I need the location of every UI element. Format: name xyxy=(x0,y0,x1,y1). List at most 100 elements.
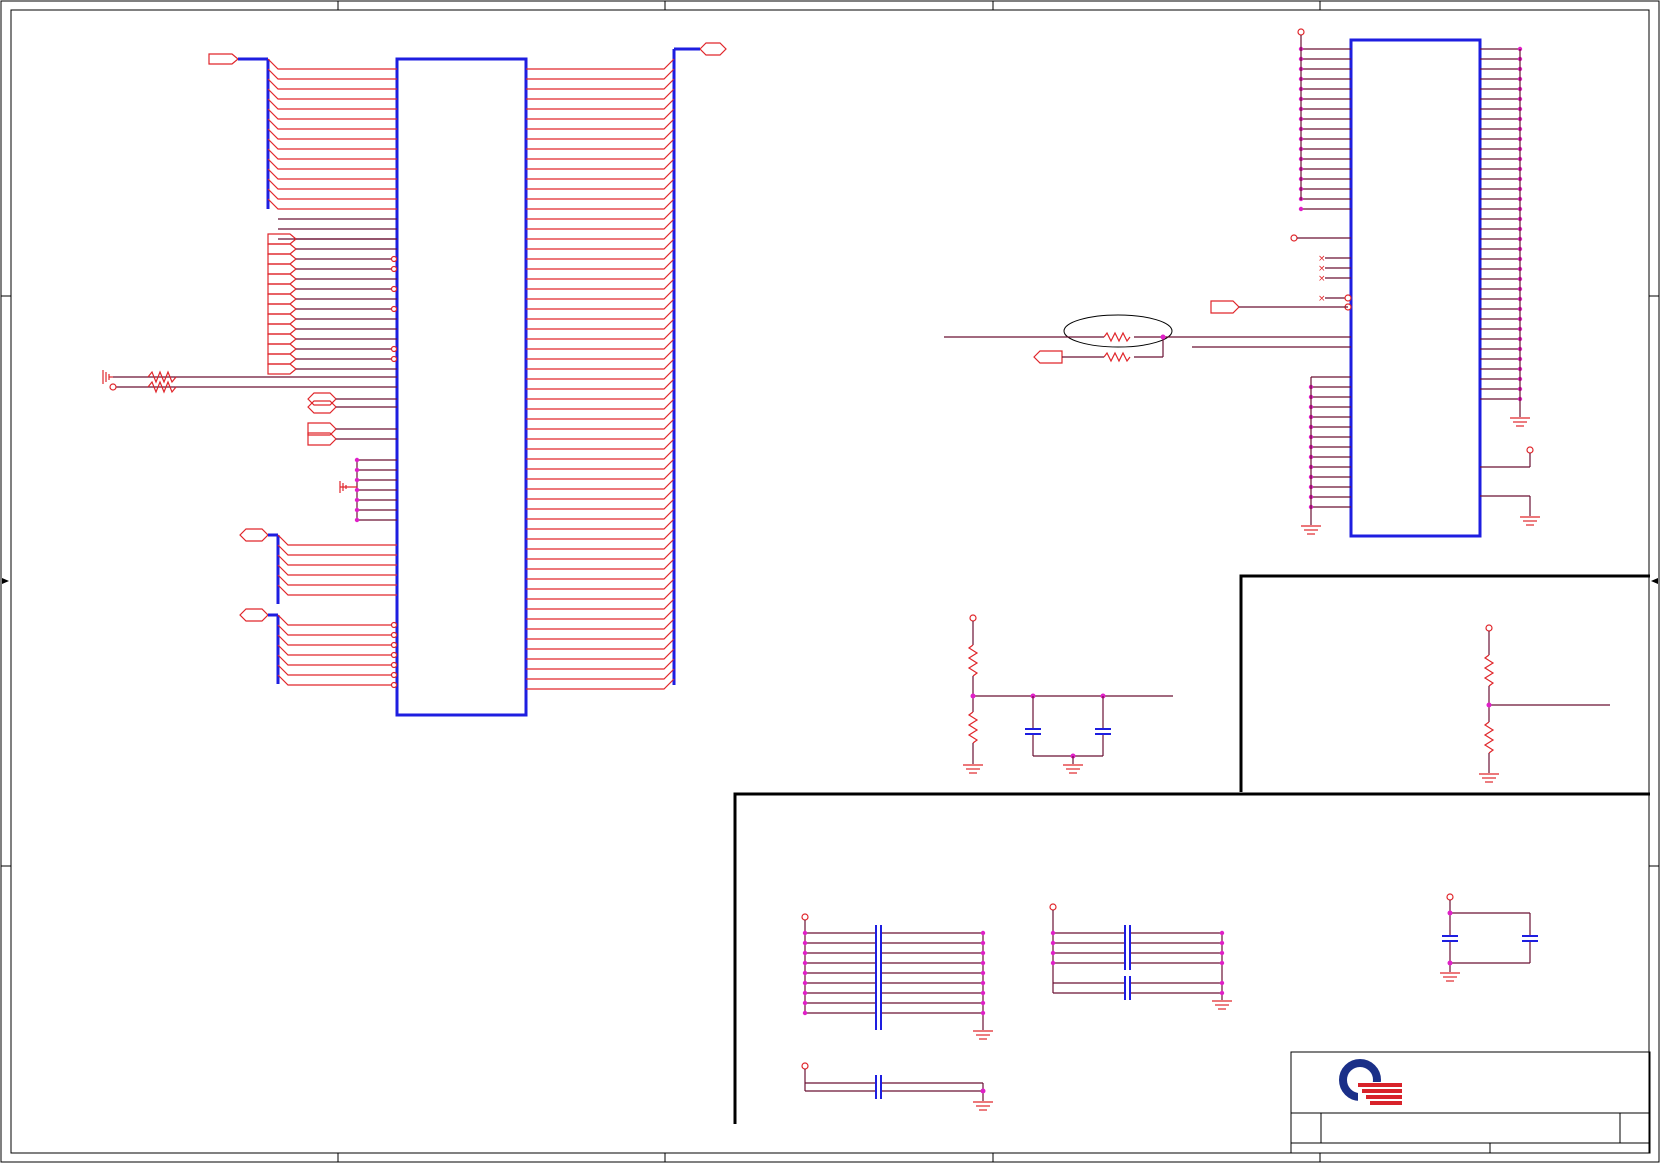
pin-bubble xyxy=(390,681,398,689)
bus-entry-wire xyxy=(267,118,397,130)
pin-bubble xyxy=(390,651,398,659)
junction-dot xyxy=(802,950,808,956)
pin-bubble xyxy=(390,621,398,629)
bus-entry-wire xyxy=(526,308,675,320)
junction-dot xyxy=(1298,206,1304,212)
decoupling-bank-2 xyxy=(1049,903,1232,1010)
bus-entry-wire xyxy=(526,498,675,510)
pin-bubble xyxy=(390,631,398,639)
bus-entry-wire xyxy=(267,128,397,140)
vref-divider xyxy=(963,614,1173,774)
left-resistor-network xyxy=(102,370,397,394)
bus-entry-wire xyxy=(526,258,675,270)
left-upper-bus xyxy=(208,53,397,240)
junction-dot xyxy=(802,930,808,936)
junction-dot xyxy=(354,467,360,473)
bus-entry-wire xyxy=(267,168,397,180)
bus-entry-wire xyxy=(526,108,675,120)
bus-entry-wire xyxy=(526,648,675,660)
junction-dot xyxy=(1219,950,1225,956)
junction-dot xyxy=(980,950,986,956)
signal-port xyxy=(267,273,297,285)
left-ground-cluster xyxy=(339,457,397,523)
bus-entry-wire xyxy=(526,158,675,170)
bus-entry-wire xyxy=(526,278,675,290)
bus-entry-wire xyxy=(526,348,675,360)
bus-entry-wire xyxy=(526,508,675,520)
pin-bubble xyxy=(390,285,398,293)
bus-entry-wire xyxy=(526,178,675,190)
main-right-bus xyxy=(526,42,727,690)
right-device: × × × × xyxy=(1210,28,1540,538)
signal-port xyxy=(267,243,297,255)
bus-entry-wire xyxy=(526,208,675,220)
bus-entry-wire xyxy=(277,634,397,646)
bus-entry-wire xyxy=(277,534,397,546)
bus-entry-wire xyxy=(526,358,675,370)
signal-port xyxy=(267,343,297,355)
junction-dot xyxy=(980,970,986,976)
bus-entry-wire xyxy=(526,98,675,110)
termination-resistors xyxy=(944,314,1351,364)
bus-entry-wire xyxy=(277,654,397,666)
junction-dot xyxy=(802,980,808,986)
bus-entry-wire xyxy=(526,268,675,280)
junction-dot xyxy=(802,940,808,946)
bus-entry-wire xyxy=(526,128,675,140)
junction-dot xyxy=(354,507,360,513)
bus-entry-wire xyxy=(267,78,397,90)
bus-entry-wire xyxy=(526,518,675,530)
bus-entry-wire xyxy=(526,288,675,300)
junction-dot xyxy=(980,1000,986,1006)
junction-dot xyxy=(354,497,360,503)
bus-entry-wire xyxy=(526,558,675,570)
bus-entry-wire xyxy=(277,664,397,676)
bus-entry-wire xyxy=(526,318,675,330)
bus-entry-wire xyxy=(526,328,675,340)
signal-port xyxy=(267,303,297,315)
option-box xyxy=(1239,574,1650,792)
junction-dot xyxy=(980,930,986,936)
bus-entry-wire xyxy=(526,638,675,650)
decoupling-bank-1 xyxy=(801,913,993,1040)
bus-entry-wire xyxy=(526,598,675,610)
bus-entry-wire xyxy=(277,564,397,576)
junction-dot xyxy=(1050,930,1056,936)
bus-entry-wire xyxy=(526,148,675,160)
junction-dot xyxy=(354,487,360,493)
bus-entry-wire xyxy=(526,578,675,590)
signal-port xyxy=(267,353,297,365)
bus-entry-wire xyxy=(526,488,675,500)
bus-entry-wire xyxy=(277,674,397,686)
bus-entry-wire xyxy=(526,618,675,630)
bus-entry-wire xyxy=(526,218,675,230)
bus-entry-wire xyxy=(526,228,675,240)
pin-bubble xyxy=(390,265,398,273)
bus-entry-wire xyxy=(267,58,397,70)
bus-entry-wire xyxy=(526,338,675,350)
bus-entry-wire xyxy=(277,614,397,626)
bus-entry-wire xyxy=(267,198,397,210)
bus-entry-wire xyxy=(526,538,675,550)
signal-port xyxy=(267,313,297,325)
bus-entry-wire xyxy=(526,678,675,690)
junction-dot xyxy=(802,970,808,976)
bus-entry-wire xyxy=(267,188,397,200)
bus-entry-wire xyxy=(526,478,675,490)
bus-entry-wire xyxy=(526,668,675,680)
bus-entry-wire xyxy=(526,388,675,400)
signal-port xyxy=(267,363,297,375)
signal-port xyxy=(267,323,297,335)
junction-dot xyxy=(980,940,986,946)
junction-dot xyxy=(1050,940,1056,946)
bus-entry-wire xyxy=(267,68,397,80)
signal-port xyxy=(267,263,297,275)
bus-entry-wire xyxy=(526,528,675,540)
bus-entry-wire xyxy=(526,118,675,130)
bus-entry-wire xyxy=(267,88,397,100)
signal-port xyxy=(267,283,297,295)
pin-bubble xyxy=(390,345,398,353)
pin-bubble xyxy=(390,255,398,263)
bus-entry-wire xyxy=(277,554,397,566)
signal-port xyxy=(267,333,297,345)
